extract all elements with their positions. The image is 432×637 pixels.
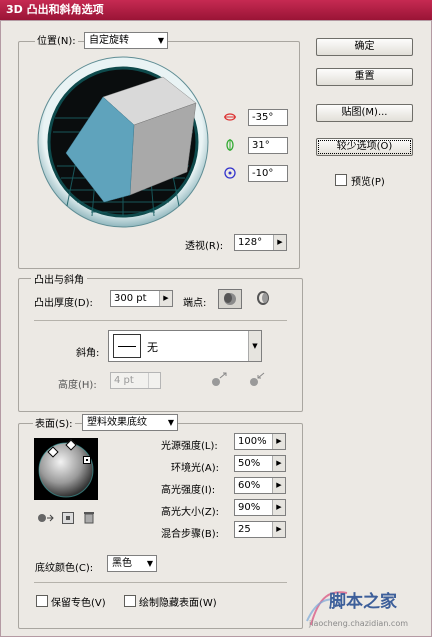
- light-intensity-stepper[interactable]: ▶: [272, 434, 285, 449]
- preserve-spot-label: 保留专色(V): [51, 598, 106, 609]
- chevron-down-icon: ▼: [248, 331, 261, 361]
- preserve-spot-checkbox[interactable]: [36, 595, 48, 607]
- ambient-value: 50%: [238, 458, 261, 469]
- perspective-field[interactable]: 128° ▶: [234, 234, 287, 251]
- rotate-x-field[interactable]: -35°: [248, 109, 288, 126]
- chevron-down-icon: ▼: [146, 559, 153, 568]
- light-source-3-selected[interactable]: [83, 456, 91, 464]
- perspective-stepper[interactable]: ▶: [273, 235, 286, 250]
- cap-on-icon: [224, 293, 236, 305]
- light-intensity-value: 100%: [238, 436, 267, 447]
- shade-color-value: 黑色: [112, 558, 132, 569]
- draw-hidden-label: 绘制隐藏表面(W): [139, 598, 217, 609]
- surface-select-value: 塑料效果底纹: [87, 417, 147, 428]
- bevel-inward-button[interactable]: [246, 371, 268, 389]
- preview-checkbox[interactable]: [335, 174, 347, 186]
- highlight-size-stepper[interactable]: ▶: [272, 500, 285, 515]
- chevron-down-icon: ▼: [157, 36, 164, 45]
- surface-label: 表面(S):: [33, 418, 75, 432]
- draw-hidden-checkbox[interactable]: [124, 595, 136, 607]
- shade-color-label: 底纹颜色(C):: [35, 563, 94, 574]
- highlight-intensity-value: 60%: [238, 480, 261, 491]
- cap-off-button[interactable]: [253, 289, 273, 309]
- rotate-z-field[interactable]: -10°: [248, 165, 288, 182]
- extrude-depth-stepper[interactable]: ▶: [159, 291, 172, 306]
- bevel-select[interactable]: 无 ▼: [108, 330, 262, 362]
- extrude-depth-field[interactable]: 300 pt ▶: [110, 290, 173, 307]
- watermark-text: 脚本之家: [329, 592, 397, 612]
- map-button[interactable]: 贴图(M)...: [316, 104, 413, 122]
- position-select-value: 自定旋转: [89, 35, 129, 46]
- lighting-sphere: [38, 442, 94, 498]
- ambient-label: 环境光(A):: [171, 463, 220, 474]
- light-intensity-label: 光源强度(L):: [161, 441, 218, 452]
- highlight-size-label: 高光大小(Z):: [161, 507, 220, 518]
- delete-light-icon[interactable]: [83, 511, 95, 524]
- blend-steps-value: 25: [238, 524, 251, 535]
- extrude-depth-label: 凸出厚度(D):: [34, 298, 93, 309]
- highlight-size-field[interactable]: 90% ▶: [234, 499, 286, 516]
- position-select[interactable]: 自定旋转 ▼: [84, 32, 168, 49]
- dialog-body: 位置(N): 自定旋转 ▼ -35° 31° -10° 透视(R): 128° …: [0, 20, 432, 637]
- highlight-intensity-field[interactable]: 60% ▶: [234, 477, 286, 494]
- highlight-intensity-label: 高光强度(I):: [161, 485, 216, 496]
- chevron-down-icon: ▼: [167, 418, 174, 427]
- preview-label: 预览(P): [351, 177, 385, 188]
- bevel-preview: [113, 334, 141, 358]
- surface-divider: [34, 582, 287, 583]
- highlight-size-value: 90%: [238, 502, 261, 513]
- rotate-y-field[interactable]: 31°: [248, 137, 288, 154]
- height-stepper[interactable]: [148, 373, 160, 388]
- fewer-options-button[interactable]: 较少选项(O): [316, 138, 413, 156]
- bevel-outward-icon: [212, 372, 227, 386]
- perspective-label: 透视(R):: [185, 241, 224, 252]
- dialog-title: 3D 凸出和斜角选项: [0, 0, 432, 20]
- new-light-icon[interactable]: [62, 512, 74, 524]
- highlight-intensity-stepper[interactable]: ▶: [272, 478, 285, 493]
- ambient-stepper[interactable]: ▶: [272, 456, 285, 471]
- cap-on-button[interactable]: [218, 289, 242, 309]
- reset-button[interactable]: 重置: [316, 68, 413, 86]
- height-value: 4 pt: [114, 375, 134, 386]
- watermark-logo: 脚本之家 jiaocheng.chazidian.com: [301, 583, 429, 633]
- light-intensity-field[interactable]: 100% ▶: [234, 433, 286, 450]
- blend-steps-label: 混合步骤(B):: [161, 529, 220, 540]
- rotate-x-icon: [223, 110, 237, 124]
- watermark-subtext: jiaocheng.chazidian.com: [309, 619, 409, 628]
- position-label: 位置(N):: [35, 35, 78, 49]
- bevel-value: 无: [147, 341, 158, 354]
- rotate-z-icon: [223, 166, 237, 180]
- ok-button[interactable]: 确定: [316, 38, 413, 56]
- extrude-section-label: 凸出与斜角: [31, 271, 87, 286]
- lighting-sphere-panel[interactable]: [34, 438, 98, 500]
- bevel-label: 斜角:: [76, 348, 100, 359]
- bevel-outward-button[interactable]: [208, 371, 230, 389]
- track-cube-graphic: [37, 56, 209, 228]
- cap-off-icon: [257, 291, 269, 305]
- extrude-divider: [34, 320, 287, 321]
- rotate-y-icon: [223, 138, 237, 152]
- cap-label: 端点:: [183, 298, 207, 309]
- blend-steps-stepper[interactable]: ▶: [272, 522, 285, 537]
- shade-color-select[interactable]: 黑色 ▼: [107, 555, 157, 572]
- perspective-value: 128°: [238, 237, 263, 248]
- bevel-inward-icon: [250, 372, 265, 386]
- ambient-field[interactable]: 50% ▶: [234, 455, 286, 472]
- blend-steps-field[interactable]: 25 ▶: [234, 521, 286, 538]
- surface-select[interactable]: 塑料效果底纹 ▼: [82, 414, 178, 431]
- height-label: 高度(H):: [58, 380, 97, 391]
- track-cube[interactable]: [37, 56, 209, 228]
- extrude-depth-value: 300 pt: [114, 293, 147, 304]
- move-light-back-icon[interactable]: [37, 512, 55, 524]
- height-field[interactable]: 4 pt: [110, 372, 161, 389]
